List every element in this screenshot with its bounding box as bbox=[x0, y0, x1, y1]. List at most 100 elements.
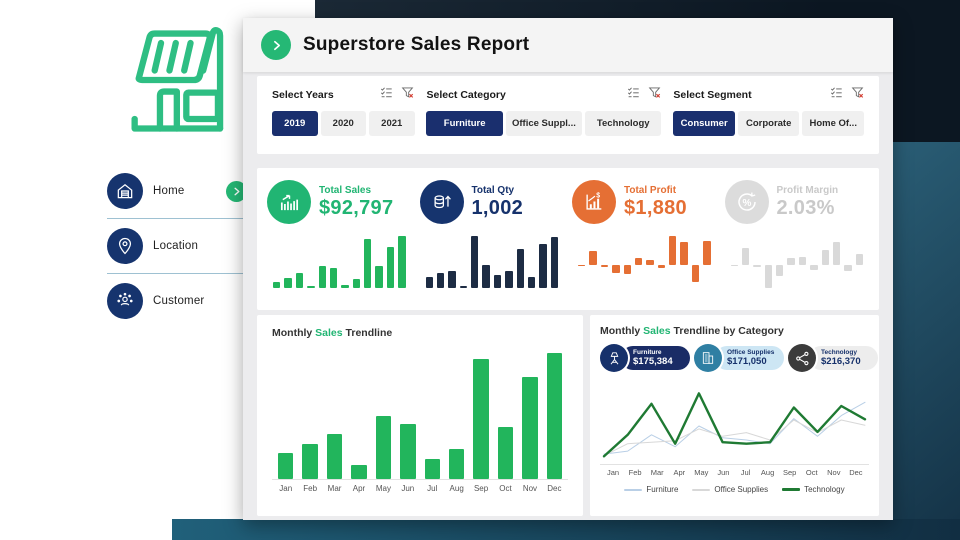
legend-swatch bbox=[782, 488, 801, 491]
kpi-texts: Profit Margin 2.03% bbox=[777, 185, 839, 220]
legend-label: Furniture bbox=[646, 485, 679, 494]
sparkline-bar bbox=[810, 264, 818, 270]
month-label: May bbox=[375, 484, 391, 493]
month-label: Nov bbox=[522, 484, 538, 493]
sales-bar-may bbox=[375, 416, 392, 479]
chart-title: Monthly Sales Trendline by Category bbox=[600, 325, 869, 337]
sparkline-bar-slot bbox=[855, 236, 863, 288]
sparkline-bar bbox=[844, 264, 852, 272]
sparkline-bar bbox=[578, 264, 586, 266]
multiselect-icon[interactable] bbox=[627, 86, 640, 104]
filter-header: Select Category bbox=[426, 86, 661, 104]
sales-bar-mar bbox=[326, 433, 343, 479]
sparkline-bar-slot bbox=[844, 236, 852, 288]
kpi-label: Total Profit bbox=[624, 184, 677, 196]
chart-title-accent: Sales bbox=[643, 325, 671, 337]
clear-filter-icon[interactable] bbox=[401, 86, 414, 104]
sparkline-bar-slot bbox=[703, 236, 711, 288]
multiselect-icon[interactable] bbox=[830, 86, 843, 104]
month-label: Sep bbox=[473, 484, 489, 493]
sparkline-bar-slot bbox=[386, 236, 395, 288]
slicer-icons bbox=[380, 86, 414, 104]
kpi-header: $ Total Profit $1,880 bbox=[572, 180, 717, 224]
category-value: $171,050 bbox=[727, 356, 767, 367]
chart-title-text: Monthly bbox=[600, 325, 644, 337]
trend-chart-icon bbox=[267, 180, 311, 224]
month-label: Jun bbox=[401, 484, 415, 493]
sales-bar-aug bbox=[448, 448, 465, 479]
filter-option-home-of[interactable]: Home Of... bbox=[802, 111, 864, 136]
sparkline-bar bbox=[398, 236, 406, 288]
slicer-icons bbox=[627, 86, 661, 104]
clear-filter-icon[interactable] bbox=[648, 86, 661, 104]
kpi-header: Total Qty 1,002 bbox=[419, 180, 565, 224]
sidebar-item-label: Customer bbox=[153, 295, 205, 307]
filter-option-corporate[interactable]: Corporate bbox=[737, 111, 800, 136]
slide-canvas: Home Location Customer Superstore Sales Re… bbox=[0, 0, 960, 540]
month-axis-labels: Jan Feb Mar Apr May Jun Jul Aug Sep Oct Nov Dec bbox=[272, 480, 568, 493]
sparkline-bar bbox=[821, 250, 829, 265]
category-total-cards: Furniture $175,384 Office Supplies $171,050… bbox=[600, 344, 878, 372]
filter-option-2021[interactable]: 2021 bbox=[369, 111, 415, 136]
filter-option-office-suppl[interactable]: Office Suppl... bbox=[505, 111, 583, 136]
month-label: Oct bbox=[805, 468, 818, 477]
month-label: Apr bbox=[352, 484, 366, 493]
sparkline-bar bbox=[505, 270, 513, 288]
multiselect-icon[interactable] bbox=[380, 86, 393, 104]
kpi-header: Total Sales $92,797 bbox=[267, 180, 412, 224]
kpi-profit-margin: % Profit Margin 2.03% bbox=[724, 180, 870, 300]
clear-filter-icon[interactable] bbox=[851, 86, 864, 104]
sidebar-item-customer[interactable]: Customer bbox=[107, 276, 247, 326]
month-label: Jul bbox=[740, 468, 751, 477]
category-name: Office Supplies bbox=[727, 349, 775, 356]
month-label: Jul bbox=[427, 484, 438, 493]
month-label: Apr bbox=[673, 468, 686, 477]
sidebar-item-location[interactable]: Location bbox=[107, 221, 247, 271]
category-line-chart bbox=[600, 380, 869, 464]
filter-option-technology[interactable]: Technology bbox=[585, 111, 662, 136]
sparkline-bar bbox=[284, 277, 292, 288]
legend-label: Office Supplies bbox=[714, 485, 769, 494]
legend-item-office-supplies: Office Supplies bbox=[692, 485, 768, 494]
month-label: Nov bbox=[827, 468, 841, 477]
header-chevron-icon[interactable] bbox=[261, 30, 291, 60]
sparkline-bar bbox=[341, 285, 349, 288]
sparkline-bar bbox=[612, 264, 620, 274]
sales-bar-sep bbox=[473, 359, 489, 479]
sparkline-bar bbox=[550, 237, 558, 288]
sparkline-bar-slot bbox=[375, 236, 383, 288]
kpi-card: Total Sales $92,797 Total Qty 1,002 $ Total P… bbox=[257, 168, 879, 310]
sidebar-item-label: Location bbox=[153, 240, 199, 252]
sparkline-bar-slot bbox=[295, 236, 304, 288]
category-value: $216,370 bbox=[821, 356, 861, 367]
sparkline-bar bbox=[459, 285, 467, 288]
sparkline-bar-slot bbox=[730, 236, 738, 288]
sparkline-bar bbox=[646, 260, 654, 265]
category-name: Furniture bbox=[633, 349, 662, 356]
sparkline-bar-slot bbox=[612, 236, 620, 288]
sparkline-bar-slot bbox=[352, 236, 360, 288]
sparkline-bar bbox=[318, 266, 326, 288]
legend-item-technology: Technology bbox=[782, 485, 845, 494]
filter-option-2020[interactable]: 2020 bbox=[320, 111, 366, 136]
sales-bar-dec bbox=[546, 353, 563, 479]
sparkline-bar-slot bbox=[589, 236, 597, 288]
sparkline-bar bbox=[776, 264, 784, 277]
filter-label: Select Years bbox=[272, 89, 334, 101]
filter-label: Select Segment bbox=[673, 89, 752, 101]
kpi-total-sales: Total Sales $92,797 bbox=[267, 180, 412, 300]
sparkline-bar-slot bbox=[471, 236, 479, 288]
kpi-total-qty: Total Qty 1,002 bbox=[419, 180, 565, 300]
filter-option-2019[interactable]: 2019 bbox=[272, 111, 318, 136]
sidebar-item-home[interactable]: Home bbox=[107, 166, 247, 216]
month-label: Jan bbox=[606, 468, 620, 477]
sparkline-bar-slot bbox=[680, 236, 688, 288]
kpi-texts: Total Sales $92,797 bbox=[319, 185, 393, 220]
sparkline-bar bbox=[753, 264, 761, 268]
filter-option-furniture[interactable]: Furniture bbox=[426, 111, 503, 136]
kpi-label: Total Sales bbox=[319, 184, 372, 196]
sparkline-bar-slot bbox=[764, 236, 772, 288]
sidebar-divider bbox=[107, 273, 247, 274]
sparkline-bar-slot bbox=[436, 236, 445, 288]
filter-option-consumer[interactable]: Consumer bbox=[673, 111, 735, 136]
